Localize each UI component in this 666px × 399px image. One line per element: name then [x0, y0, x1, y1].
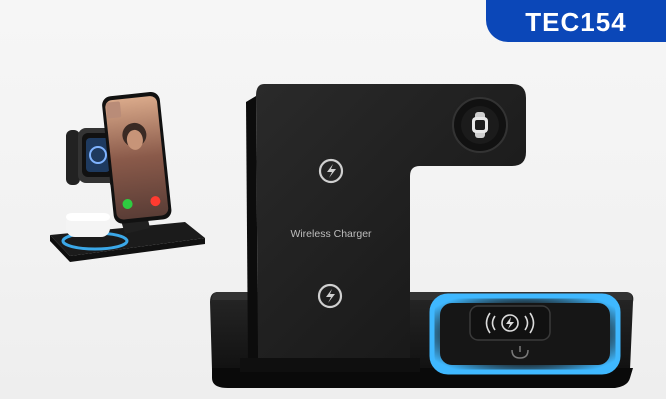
product-icons-layer: Wireless Charger — [290, 112, 535, 359]
watch-icon — [472, 112, 488, 138]
brand-badge: TEC154 — [486, 0, 666, 42]
printed-product-label: Wireless Charger — [290, 228, 372, 240]
product-photo: Wireless Charger — [0, 0, 666, 399]
wireless-charging-icon — [485, 312, 535, 334]
brand-badge-text: TEC154 — [525, 7, 627, 37]
charging-icon — [317, 283, 343, 309]
power-button-icon — [511, 346, 529, 359]
charging-icon — [318, 158, 344, 184]
